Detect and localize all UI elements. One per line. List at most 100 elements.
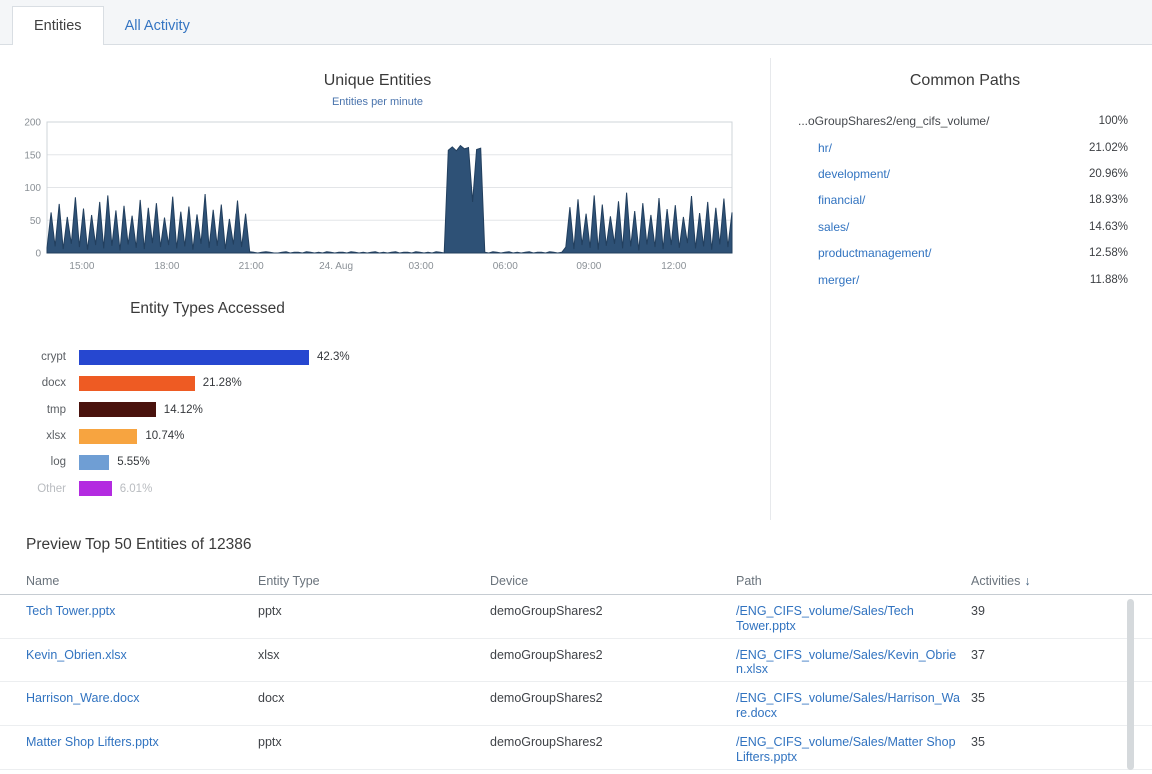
column-header-name[interactable]: Name — [26, 574, 258, 588]
svg-text:06:00: 06:00 — [493, 261, 518, 272]
entity-type-bar[interactable] — [79, 429, 137, 444]
panel-divider — [770, 58, 771, 520]
device-cell: demoGroupShares2 — [490, 604, 736, 618]
entities-dashboard: Entities All Activity Unique Entities En… — [0, 0, 1152, 774]
entity-type-bar-row: tmp14.12% — [0, 397, 430, 423]
entity-type-bar[interactable] — [79, 350, 309, 365]
entity-type-bar-row: xlsx10.74% — [0, 423, 430, 449]
common-path-link[interactable]: productmanagement/ — [798, 246, 931, 260]
name-cell: Harrison_Ware.docx — [26, 691, 258, 705]
svg-text:15:00: 15:00 — [69, 261, 94, 272]
name-cell: Matter Shop Lifters.pptx — [26, 735, 258, 749]
entity-type-cell: pptx — [258, 735, 490, 749]
common-path-percent: 12.58% — [1089, 247, 1128, 259]
svg-text:200: 200 — [24, 118, 41, 129]
device-cell: demoGroupShares2 — [490, 735, 736, 749]
entity-type-label: log — [0, 456, 66, 468]
entity-type-percent: 42.3% — [317, 351, 350, 363]
path-cell: /ENG_CIFS_volume/Sales/Harrison_Ware.doc… — [736, 691, 971, 720]
name-cell: Tech Tower.pptx — [26, 604, 258, 618]
entity-type-cell: xlsx — [258, 648, 490, 662]
entity-name-link[interactable]: Kevin_Obrien.xlsx — [26, 648, 127, 662]
common-path-link[interactable]: merger/ — [798, 273, 859, 287]
entity-name-link[interactable]: Matter Shop Lifters.pptx — [26, 735, 159, 749]
entity-name-link[interactable]: Harrison_Ware.docx — [26, 691, 139, 705]
entity-type-percent: 6.01% — [120, 483, 153, 495]
entity-type-bar[interactable] — [79, 481, 112, 496]
name-cell: Kevin_Obrien.xlsx — [26, 648, 258, 662]
column-header-entity-type[interactable]: Entity Type — [258, 574, 490, 588]
common-path-row: productmanagement/12.58% — [798, 240, 1128, 266]
common-path-link[interactable]: sales/ — [798, 220, 849, 234]
entity-types-chart: crypt42.3%docx21.28%tmp14.12%xlsx10.74%l… — [0, 344, 430, 502]
activities-cell: 37 — [971, 648, 1128, 662]
entity-type-percent: 5.55% — [117, 456, 150, 468]
common-paths-list: ...oGroupShares2/eng_cifs_volume/100%hr/… — [798, 108, 1128, 293]
svg-text:21:00: 21:00 — [239, 261, 264, 272]
entity-type-bar-row: Other 6.01% — [0, 475, 430, 501]
entity-type-bar[interactable] — [79, 455, 109, 470]
path-cell: /ENG_CIFS_volume/Sales/Matter Shop Lifte… — [736, 735, 971, 764]
common-path-row: financial/18.93% — [798, 187, 1128, 213]
activities-cell: 35 — [971, 735, 1128, 749]
entity-path-link[interactable]: /ENG_CIFS_volume/Sales/Harrison_Ware.doc… — [736, 691, 960, 720]
table-row: Harrison_Ware.docxdocxdemoGroupShares2/E… — [0, 682, 1152, 726]
tab-entities-label: Entities — [34, 18, 82, 34]
svg-text:100: 100 — [24, 183, 41, 194]
table-header: NameEntity TypeDevicePathActivities↓ — [0, 574, 1152, 595]
svg-text:150: 150 — [24, 150, 41, 161]
activities-cell: 39 — [971, 604, 1128, 618]
unique-entities-subtitle: Entities per minute — [25, 96, 730, 108]
common-path-link[interactable]: financial/ — [798, 193, 865, 207]
common-path-link[interactable]: ...oGroupShares2/eng_cifs_volume/ — [798, 114, 989, 128]
table-row: Matter Shop Lifters.pptx pptxdemoGroupSha… — [0, 726, 1152, 770]
path-cell: /ENG_CIFS_volume/Sales/Tech Tower.pptx — [736, 604, 971, 633]
unique-entities-series — [47, 146, 732, 253]
entity-type-bar[interactable] — [79, 402, 156, 417]
common-path-percent: 21.02% — [1089, 142, 1128, 154]
common-path-row: hr/21.02% — [798, 134, 1128, 160]
common-path-link[interactable]: development/ — [798, 167, 890, 181]
svg-text:09:00: 09:00 — [576, 261, 601, 272]
table-body: Tech Tower.pptxpptxdemoGroupShares2/ENG_… — [0, 595, 1152, 770]
column-header-activities[interactable]: Activities↓ — [971, 574, 1128, 588]
common-path-row: merger/11.88% — [798, 266, 1128, 292]
tab-bar: Entities All Activity — [0, 0, 1152, 45]
table-row: Kevin_Obrien.xlsxxlsxdemoGroupShares2/EN… — [0, 639, 1152, 683]
entity-type-label: crypt — [0, 351, 66, 363]
device-cell: demoGroupShares2 — [490, 691, 736, 705]
svg-text:12:00: 12:00 — [661, 261, 686, 272]
entity-type-label: Other — [0, 483, 66, 495]
tab-entities[interactable]: Entities — [12, 6, 104, 45]
common-path-percent: 20.96% — [1089, 168, 1128, 180]
tab-all-activity[interactable]: All Activity — [104, 7, 211, 45]
tab-all-activity-label: All Activity — [125, 18, 190, 34]
common-path-percent: 14.63% — [1089, 221, 1128, 233]
column-header-device[interactable]: Device — [490, 574, 736, 588]
entity-type-bar[interactable] — [79, 376, 195, 391]
svg-text:50: 50 — [30, 216, 42, 227]
common-path-row: development/20.96% — [798, 161, 1128, 187]
preview-title: Preview Top 50 Entities of 12386 — [26, 536, 251, 554]
entity-type-label: xlsx — [0, 430, 66, 442]
entity-type-cell: pptx — [258, 604, 490, 618]
scrollbar-thumb[interactable] — [1127, 599, 1134, 770]
common-path-link[interactable]: hr/ — [798, 141, 832, 155]
table-row: Tech Tower.pptx pptxdemoGroupShares2/ENG_… — [0, 595, 1152, 639]
entity-path-link[interactable]: /ENG_CIFS_volume/Sales/Matter Shop Lifte… — [736, 735, 956, 764]
entity-type-label: docx — [0, 377, 66, 389]
svg-text:0: 0 — [35, 249, 41, 260]
common-paths-title: Common Paths — [805, 72, 1125, 90]
common-path-percent: 100% — [1099, 115, 1128, 127]
unique-entities-chart[interactable]: 05010015020015:0018:0021:0024. Aug03:000… — [18, 110, 736, 272]
entity-types-title: Entity Types Accessed — [25, 300, 390, 318]
sort-desc-icon: ↓ — [1024, 574, 1030, 588]
path-cell: /ENG_CIFS_volume/Sales/Kevin_Obrien.xlsx — [736, 648, 971, 677]
entity-path-link[interactable]: /ENG_CIFS_volume/Sales/Tech Tower.pptx — [736, 604, 914, 633]
entity-name-link[interactable]: Tech Tower.pptx — [26, 604, 115, 618]
entity-path-link[interactable]: /ENG_CIFS_volume/Sales/Kevin_Obrien.xlsx — [736, 648, 956, 677]
activities-cell: 35 — [971, 691, 1128, 705]
common-path-row: ...oGroupShares2/eng_cifs_volume/100% — [798, 108, 1128, 134]
column-header-path[interactable]: Path — [736, 574, 971, 588]
entity-type-percent: 14.12% — [164, 404, 203, 416]
